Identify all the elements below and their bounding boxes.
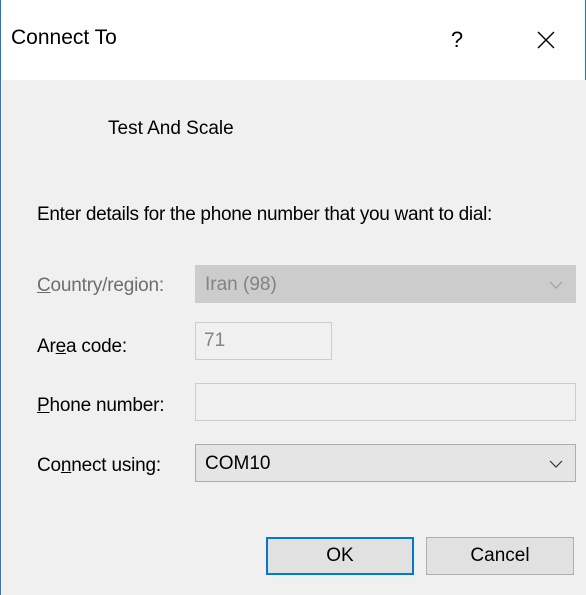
connect-to-dialog: Connect To ? Test And Scale Enter detail…: [0, 0, 586, 595]
dialog-title: Connect To: [11, 26, 117, 49]
area-code-field[interactable]: 71: [195, 322, 332, 360]
connect-using-label: Connect using:: [37, 455, 161, 476]
dialog-body: Test And Scale Enter details for the pho…: [2, 80, 586, 595]
help-button[interactable]: ?: [439, 22, 475, 58]
connect-using-value: COM10: [205, 453, 271, 474]
connect-using-select[interactable]: COM10: [195, 444, 576, 482]
phone-number-label: Phone number:: [37, 395, 165, 416]
instruction-text: Enter details for the phone number that …: [37, 204, 493, 225]
connection-name: Test And Scale: [108, 118, 234, 139]
title-bar[interactable]: Connect To ?: [1, 0, 585, 80]
country-region-label: Country/region:: [37, 275, 164, 296]
help-icon: ?: [450, 27, 464, 52]
country-region-select[interactable]: Iran (98): [195, 265, 576, 303]
ok-button-label: OK: [326, 545, 354, 566]
close-icon: [537, 31, 555, 49]
phone-number-field[interactable]: [195, 383, 576, 421]
area-code-label: Area code:: [37, 336, 127, 357]
country-region-value: Iran (98): [205, 274, 277, 295]
close-button[interactable]: [523, 20, 569, 60]
ok-button[interactable]: OK: [266, 537, 414, 575]
cancel-button[interactable]: Cancel: [426, 537, 574, 575]
chevron-down-icon: [549, 281, 563, 289]
chevron-down-icon: [549, 460, 563, 468]
area-code-value: 71: [204, 330, 226, 351]
cancel-button-label: Cancel: [470, 545, 530, 566]
